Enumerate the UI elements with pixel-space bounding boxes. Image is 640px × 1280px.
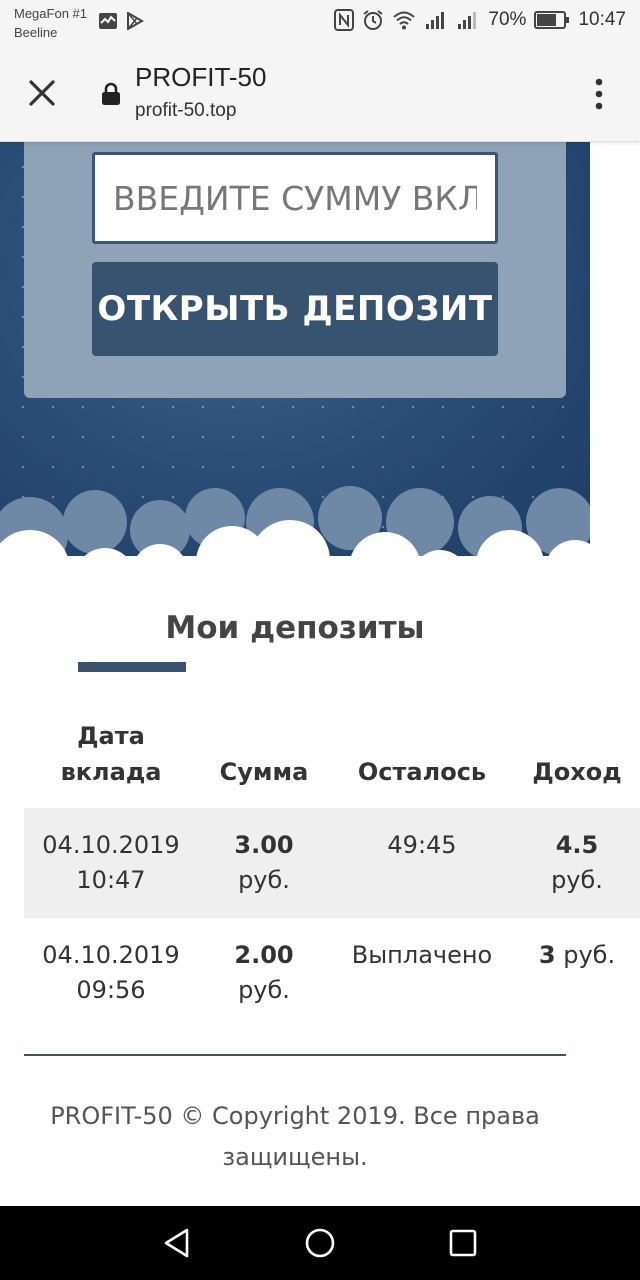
deposit-amount-unit: руб. (238, 866, 290, 894)
footer-copyright: PROFIT-50 © Copyright 2019. Все права за… (50, 1102, 540, 1171)
carrier-secondary: Beeline (14, 25, 58, 40)
open-deposit-button[interactable]: ОТКРЫТЬ ДЕПОЗИТ (92, 262, 498, 356)
more-vertical-icon (595, 78, 603, 110)
deposit-income: 4.5 (555, 831, 599, 859)
column-header-date: Дата вклада (24, 718, 198, 790)
close-icon (29, 80, 55, 106)
carrier-info: MegaFon #1 Beeline (14, 4, 87, 42)
carrier-primary: MegaFon #1 (14, 6, 87, 21)
browser-toolbar: PROFIT-50 profit-50.top (0, 44, 640, 142)
home-button[interactable] (303, 1226, 337, 1260)
deposit-date-cell: 04.10.2019 10:47 (24, 828, 198, 898)
deposit-income-unit: руб. (551, 866, 603, 894)
deposit-remaining: Выплачено (351, 941, 493, 969)
deposit-income-cell: 3 руб. (514, 938, 640, 973)
system-icons: 70% 10:47 (334, 9, 626, 31)
deposit-amount: 3.00 (234, 831, 294, 859)
alarm-icon (363, 10, 384, 30)
footer-divider (24, 1054, 566, 1056)
deposit-amount-cell: 3.00 руб. (198, 828, 330, 898)
section-title: Мои депозиты (165, 610, 425, 646)
deposit-amount-input[interactable] (92, 152, 498, 244)
clock: 10:47 (578, 9, 626, 30)
battery-icon (534, 11, 570, 29)
battery-percent: 70% (488, 9, 527, 30)
column-header-date-line1: Дата (77, 722, 145, 750)
column-header-income: Доход (532, 758, 622, 786)
deposit-income: 3 (538, 941, 556, 969)
back-button[interactable] (160, 1226, 194, 1260)
deposit-date: 04.10.2019 (42, 831, 180, 859)
deposit-time: 09:56 (76, 976, 146, 1004)
signal-icon (426, 12, 445, 29)
recents-button[interactable] (446, 1226, 480, 1260)
signal-icon-secondary (458, 12, 477, 29)
deposit-remaining: 49:45 (387, 831, 457, 859)
column-header-amount: Сумма (219, 758, 309, 786)
notification-icons (98, 12, 144, 30)
column-header-date-line2: вклада (60, 758, 162, 786)
table-header: Дата вклада Сумма Осталось Доход (24, 718, 640, 808)
home-circle-icon (305, 1228, 335, 1258)
page-url[interactable]: profit-50.top (135, 100, 236, 122)
table-row: 04.10.2019 09:56 2.00 руб. Выплачено 3 р… (24, 918, 640, 1028)
deposit-income-cell: 4.5 руб. (514, 828, 640, 898)
overflow-menu-button[interactable] (588, 76, 610, 112)
table-row: 04.10.2019 10:47 3.00 руб. 49:45 4.5 руб… (24, 808, 640, 918)
wifi-icon (393, 11, 416, 30)
recents-square-icon (449, 1229, 477, 1257)
play-store-icon (127, 12, 144, 30)
deposit-form-panel: ОТКРЫТЬ ДЕПОЗИТ (24, 142, 566, 398)
lock-icon (102, 82, 120, 105)
clouds-decoration (0, 486, 590, 560)
deposit-date-cell: 04.10.2019 09:56 (24, 938, 198, 1008)
deposit-amount: 2.00 (234, 941, 294, 969)
status-bar: MegaFon #1 Beeline 70% 10:47 (0, 0, 640, 44)
hero-banner: ОТКРЫТЬ ДЕПОЗИТ (0, 142, 590, 560)
deposits-table: Дата вклада Сумма Осталось Доход 04.10.2… (24, 718, 640, 1028)
activity-icon (99, 13, 117, 29)
nfc-icon (334, 9, 355, 31)
deposit-income-unit: руб. (563, 941, 616, 969)
deposit-amount-unit: руб. (238, 976, 290, 1004)
close-tab-button[interactable] (26, 77, 58, 109)
column-header-remaining: Осталось (357, 758, 487, 786)
deposit-date: 04.10.2019 (42, 941, 180, 969)
navigation-bar (0, 1206, 640, 1280)
title-underline (78, 662, 186, 672)
page-title: PROFIT-50 (135, 62, 267, 92)
back-triangle-icon (164, 1228, 189, 1258)
deposit-amount-cell: 2.00 руб. (198, 938, 330, 1008)
deposit-time: 10:47 (76, 866, 146, 894)
